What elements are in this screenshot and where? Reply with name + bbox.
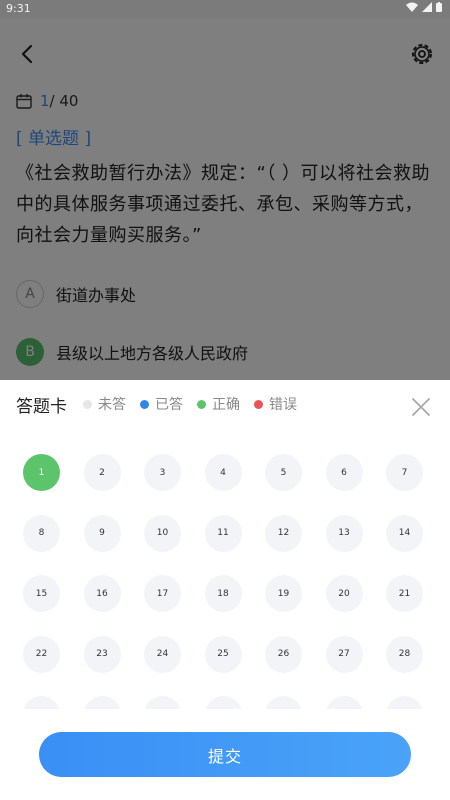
legend-label: 已答 (155, 397, 183, 413)
question-number-button[interactable]: 4 (204, 454, 242, 491)
question-number-button[interactable]: 35 (386, 696, 423, 709)
wifi-icon (406, 2, 418, 12)
question-number-button[interactable]: 23 (83, 635, 121, 673)
question-number-button[interactable]: 16 (83, 575, 121, 612)
legend-unanswered: 未答 (83, 394, 126, 414)
question-grid-scroll[interactable]: 1 2 3 4 5 6 7 8 9 10 11 12 13 14 15 16 17 18 19 20 21 22 23 24 2… (0, 442, 450, 709)
question-number-button[interactable]: 19 (265, 575, 302, 612)
question-number-button[interactable]: 20 (325, 575, 363, 612)
question-number-button[interactable]: 7 (386, 454, 423, 491)
question-number-button[interactable]: 13 (325, 514, 363, 552)
question-number-button[interactable]: 21 (386, 575, 423, 612)
question-number-button[interactable]: 9 (83, 514, 121, 552)
legend-label: 正确 (212, 397, 240, 413)
legend-wrong: 错误 (254, 394, 297, 414)
question-number-button[interactable]: 1 (23, 454, 60, 491)
question-number-button[interactable]: 6 (325, 454, 363, 491)
question-number-button[interactable]: 12 (265, 514, 302, 552)
legend-dot (197, 399, 206, 409)
question-number-button[interactable]: 17 (144, 575, 181, 612)
modal-overlay[interactable] (0, 18, 450, 380)
status-icons (406, 2, 442, 12)
legend-correct: 正确 (197, 394, 240, 414)
answer-sheet-title: 答题卡 (16, 396, 67, 417)
question-number-button[interactable]: 3 (144, 454, 181, 491)
question-number-button[interactable]: 8 (23, 514, 60, 552)
question-number-button[interactable]: 18 (204, 575, 242, 612)
question-number-button[interactable]: 10 (144, 514, 181, 552)
legend-dot (140, 399, 149, 409)
submit-button[interactable]: 提交 (39, 732, 411, 777)
question-number-button[interactable]: 15 (23, 575, 60, 612)
question-number-button[interactable]: 24 (144, 635, 181, 673)
answer-sheet: 答题卡 未答 已答 正确 错误 1 2 3 4 5 6 7 8 9 10 11 12 13 14 15 16 1… (0, 380, 450, 800)
legend-label: 错误 (269, 397, 297, 413)
legend-dot (83, 399, 92, 409)
question-number-button[interactable]: 30 (83, 696, 121, 709)
legend-dot (254, 399, 263, 409)
question-number-button[interactable]: 22 (23, 635, 60, 673)
question-number-button[interactable]: 29 (23, 696, 60, 709)
question-number-button[interactable]: 5 (265, 454, 302, 491)
question-number-button[interactable]: 27 (325, 635, 363, 673)
question-number-button[interactable]: 25 (204, 635, 242, 673)
battery-icon (436, 2, 442, 12)
legend-label: 未答 (98, 397, 126, 413)
legend-answered: 已答 (140, 394, 183, 414)
answer-sheet-header: 答题卡 未答 已答 正确 错误 (16, 392, 311, 417)
status-bar: 9:31 (0, 0, 450, 18)
question-number-button[interactable]: 14 (386, 514, 423, 552)
signal-icon (422, 2, 432, 12)
question-number-button[interactable]: 31 (144, 696, 181, 709)
question-number-button[interactable]: 11 (204, 514, 242, 552)
question-number-button[interactable]: 2 (83, 454, 121, 491)
close-icon (412, 398, 430, 416)
question-grid: 1 2 3 4 5 6 7 8 9 10 11 12 13 14 15 16 17 18 19 20 21 22 23 24 2… (23, 454, 427, 709)
question-number-button[interactable]: 26 (265, 635, 302, 673)
status-time: 9:31 (6, 2, 31, 15)
question-number-button[interactable]: 32 (204, 696, 242, 709)
question-number-button[interactable]: 28 (386, 635, 423, 673)
close-button[interactable] (410, 396, 432, 418)
question-number-button[interactable]: 33 (265, 696, 302, 709)
question-number-button[interactable]: 34 (325, 696, 363, 709)
